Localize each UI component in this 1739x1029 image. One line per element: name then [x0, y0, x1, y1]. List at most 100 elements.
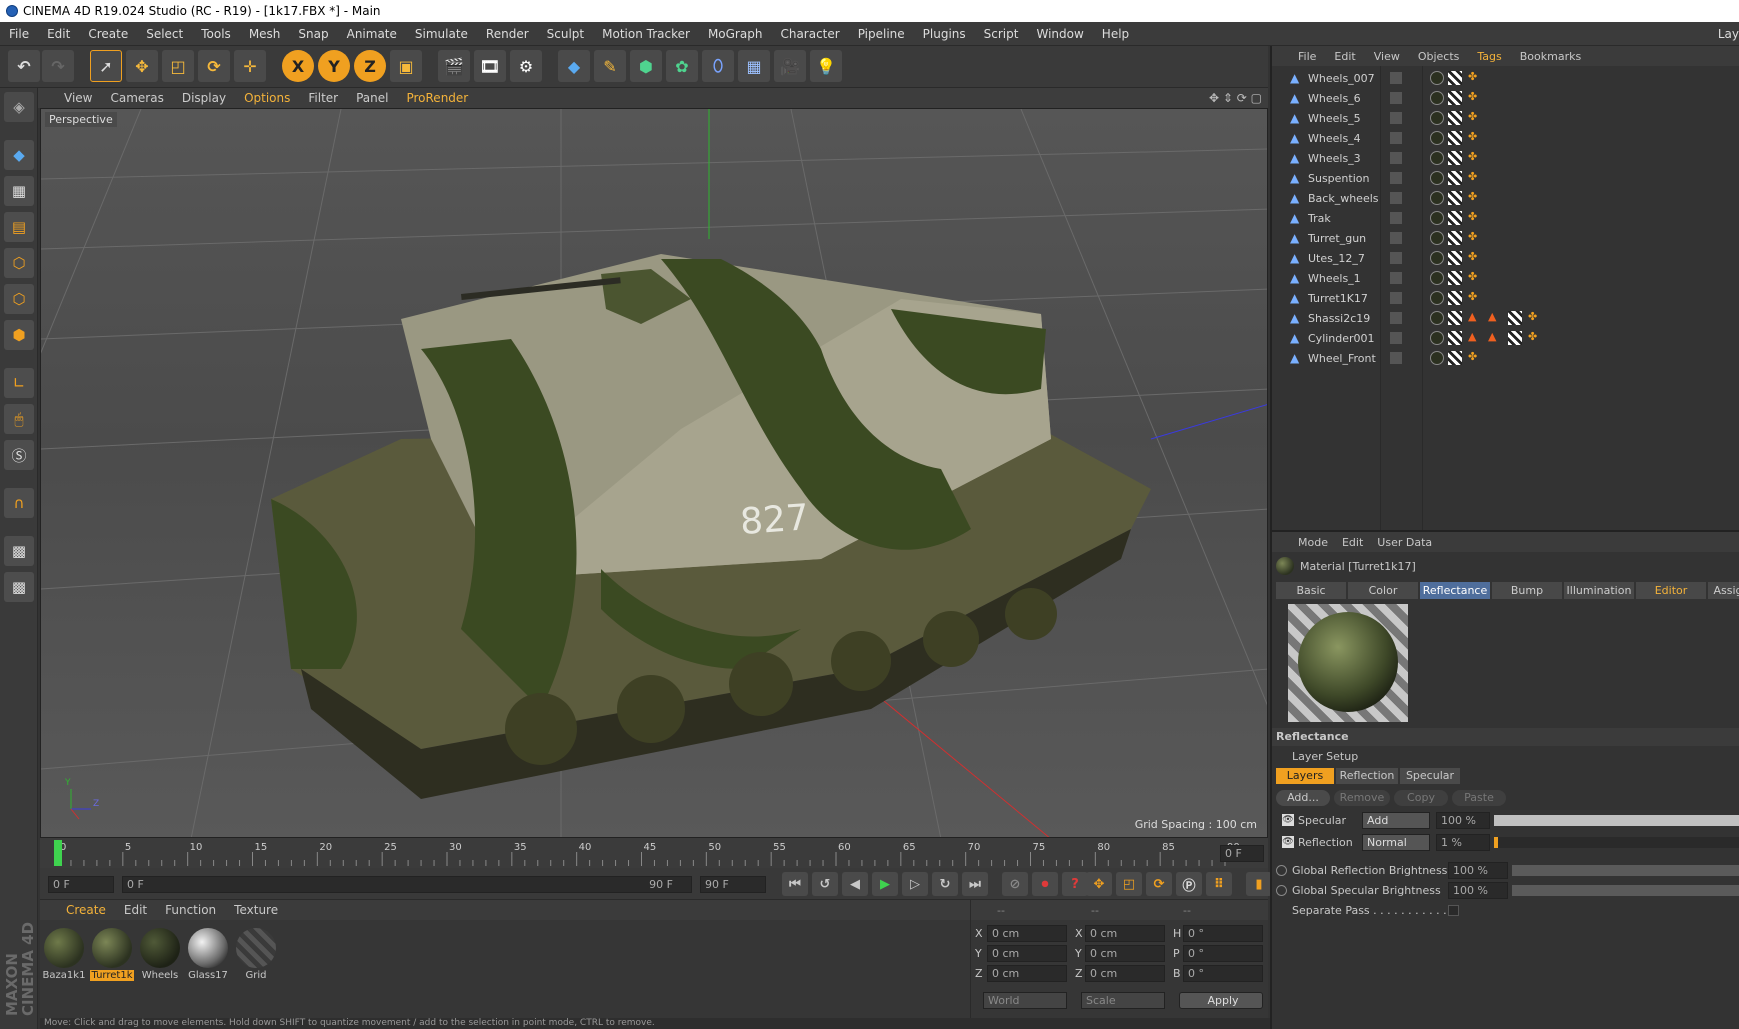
phong-tag-icon[interactable]: ✤: [1468, 130, 1477, 143]
material-swatch[interactable]: Baza1k1: [42, 926, 86, 986]
material-tag-icon[interactable]: [1430, 71, 1444, 85]
paste-layer-button[interactable]: Paste: [1452, 790, 1506, 806]
material-tag-icon[interactable]: [1430, 131, 1444, 145]
mat-menu-function[interactable]: Function: [165, 903, 216, 917]
menu-snap[interactable]: Snap: [289, 27, 337, 41]
key-scale-icon[interactable]: ◰: [1116, 872, 1142, 896]
subdivision-icon[interactable]: ⬢: [630, 50, 662, 82]
object-name[interactable]: Wheels_4: [1308, 132, 1361, 145]
attr-menu-user-data[interactable]: User Data: [1377, 536, 1432, 549]
warning-tag-icon[interactable]: ▲: [1468, 330, 1476, 343]
object-name[interactable]: Turret1K17: [1308, 292, 1368, 305]
object-row[interactable]: ▲ Suspention ✤: [1272, 168, 1739, 188]
render-view-icon[interactable]: 🎬: [438, 50, 470, 82]
scale-icon[interactable]: ◰: [162, 50, 194, 82]
autokey-icon[interactable]: ?: [1062, 872, 1088, 896]
camera-icon[interactable]: 🎥: [774, 50, 806, 82]
material-swatch[interactable]: Wheels: [138, 926, 182, 986]
next-key-icon[interactable]: ↻: [932, 872, 958, 896]
phong-tag-icon[interactable]: ✤: [1468, 270, 1477, 283]
texture-tag-icon[interactable]: [1448, 331, 1462, 345]
separate-pass-checkbox[interactable]: [1448, 905, 1459, 916]
vp-menu-options[interactable]: Options: [244, 91, 290, 105]
timeline-window-icon[interactable]: ▮: [1246, 872, 1272, 896]
phong-tag-icon[interactable]: ✤: [1468, 70, 1477, 83]
menu-edit[interactable]: Edit: [38, 27, 79, 41]
z-axis-icon[interactable]: Z: [354, 50, 386, 82]
obj-menu-objects[interactable]: Objects: [1418, 50, 1460, 63]
material-tag-icon[interactable]: [1430, 231, 1444, 245]
viewport-nav-icons[interactable]: ✥ ⇕ ⟳ ▢: [1209, 91, 1262, 105]
size-x-field[interactable]: 0 cm: [1085, 925, 1165, 942]
obj-menu-edit[interactable]: Edit: [1334, 50, 1355, 63]
size-y-field[interactable]: 0 cm: [1085, 945, 1165, 962]
previous-key-icon[interactable]: ↺: [812, 872, 838, 896]
phong-tag-icon[interactable]: ✤: [1468, 230, 1477, 243]
texture-tag-icon[interactable]: [1508, 331, 1522, 345]
menu-animate[interactable]: Animate: [338, 27, 406, 41]
object-row[interactable]: ▲ Wheel_Front ✤: [1272, 348, 1739, 368]
object-name[interactable]: Wheel_Front: [1308, 352, 1376, 365]
workplane-icon[interactable]: ▤: [4, 212, 34, 242]
texture-tag-icon[interactable]: [1448, 311, 1462, 325]
material-preview-large[interactable]: [1288, 604, 1408, 722]
viewport-camera-label[interactable]: Perspective: [45, 112, 117, 127]
tab-illumination[interactable]: Illumination: [1564, 582, 1634, 599]
add-layer-button[interactable]: Add...: [1276, 790, 1330, 806]
material-tag-icon[interactable]: [1430, 271, 1444, 285]
object-name[interactable]: Wheels_007: [1308, 72, 1375, 85]
start-frame-field[interactable]: 0 F: [48, 876, 114, 893]
texture-tag-icon[interactable]: [1448, 91, 1462, 105]
visibility-toggle[interactable]: [1390, 312, 1402, 324]
texture-tag-icon[interactable]: [1448, 111, 1462, 125]
key-rotation-icon[interactable]: ⟳: [1146, 872, 1172, 896]
reflection-layer-row[interactable]: 👁 Reflection Normal 1 %: [1282, 834, 1739, 852]
menu-mesh[interactable]: Mesh: [240, 27, 290, 41]
phong-tag-icon[interactable]: ✤: [1468, 190, 1477, 203]
object-name[interactable]: Back_wheels: [1308, 192, 1379, 205]
undo-icon[interactable]: ↶: [8, 50, 40, 82]
reflection-strength-field[interactable]: 1 %: [1436, 834, 1490, 851]
position-z-field[interactable]: 0 cm: [987, 965, 1067, 982]
motion-recording-icon[interactable]: ⊘: [1002, 872, 1028, 896]
object-row[interactable]: ▲ Back_wheels ✤: [1272, 188, 1739, 208]
vp-menu-panel[interactable]: Panel: [356, 91, 388, 105]
visibility-toggle[interactable]: [1390, 272, 1402, 284]
render-settings-icon[interactable]: ⚙: [510, 50, 542, 82]
redo-icon[interactable]: ↷: [42, 50, 74, 82]
menu-motion-tracker[interactable]: Motion Tracker: [593, 27, 699, 41]
edges-mode-icon[interactable]: ⬡: [4, 284, 34, 314]
points-mode-icon[interactable]: ⬡: [4, 248, 34, 278]
material-tag-icon[interactable]: [1430, 91, 1444, 105]
animate-dot-icon[interactable]: [1276, 885, 1287, 896]
apply-button[interactable]: Apply: [1179, 992, 1263, 1009]
phong-tag-icon[interactable]: ✤: [1468, 250, 1477, 263]
cloner-icon[interactable]: ✿: [666, 50, 698, 82]
vp-menu-filter[interactable]: Filter: [308, 91, 338, 105]
timeline-ruler[interactable]: 051015202530354045505560657075808590 0 F: [40, 838, 1268, 868]
object-row[interactable]: ▲ Turret1K17 ✤: [1272, 288, 1739, 308]
menu-script[interactable]: Script: [975, 27, 1028, 41]
object-row[interactable]: ▲ Cylinder001 ✤ ▲ ▲: [1272, 328, 1739, 348]
texture-tag-icon[interactable]: [1448, 131, 1462, 145]
material-tag-icon[interactable]: [1430, 111, 1444, 125]
texture-tag-icon[interactable]: [1448, 251, 1462, 265]
texture-tag-icon[interactable]: [1448, 151, 1462, 165]
rotation-b-field[interactable]: 0 °: [1183, 965, 1263, 982]
cube-icon[interactable]: ◆: [558, 50, 590, 82]
object-row[interactable]: ▲ Wheels_007 ✤: [1272, 68, 1739, 88]
phong-tag-icon[interactable]: ✤: [1468, 170, 1477, 183]
visibility-toggle[interactable]: [1390, 252, 1402, 264]
key-pla-icon[interactable]: ⠿: [1206, 872, 1232, 896]
tab-color[interactable]: Color: [1348, 582, 1418, 599]
phong-tag-icon[interactable]: ✤: [1468, 210, 1477, 223]
magnet-icon[interactable]: ∩: [4, 488, 34, 518]
y-axis-icon[interactable]: Y: [318, 50, 350, 82]
menu-plugins[interactable]: Plugins: [914, 27, 975, 41]
reflection-strength-slider[interactable]: [1494, 837, 1739, 848]
move-icon[interactable]: ✥: [126, 50, 158, 82]
object-name[interactable]: Utes_12_7: [1308, 252, 1365, 265]
texture-tag-icon[interactable]: [1508, 311, 1522, 325]
preview-range-slider[interactable]: 0 F 90 F: [122, 876, 692, 893]
layer-tab-layers[interactable]: Layers: [1276, 768, 1334, 784]
